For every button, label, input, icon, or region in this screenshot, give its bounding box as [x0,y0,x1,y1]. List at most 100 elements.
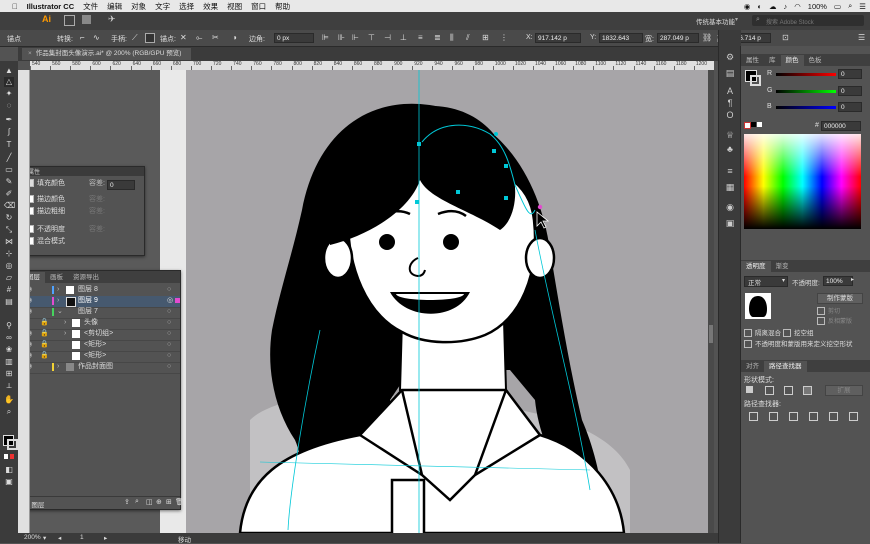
layer-row[interactable]: 🔒 › 头像 ○ [30,318,180,330]
delete-icon[interactable]: 🗑 [175,498,184,506]
battery-icon[interactable]: ▭ [834,2,841,11]
invert-checkbox[interactable] [817,317,825,326]
layer-row-selected[interactable]: ◉ › 图层 9 ◎ [30,296,180,308]
connect-icon[interactable]: ⟜ [196,33,202,43]
menu-app-name[interactable]: Illustrator CC [27,2,75,11]
stroke-weight-row[interactable]: 描边粗细 容差: [30,207,144,217]
brush-tool-icon[interactable]: ✎ [4,177,14,187]
zoom-level[interactable]: 200% [24,534,41,541]
stroke-swatch[interactable] [7,439,18,450]
menu-object[interactable]: 对象 [131,1,146,12]
g-slider[interactable] [776,90,836,93]
tab-color[interactable]: 颜色 [780,55,804,66]
white-swatch[interactable] [757,122,762,127]
layer-row[interactable]: ◉ 🔒 <矩形> ○ [30,351,180,363]
draw-mode-icon[interactable]: ◧ [4,465,14,475]
opacity-row[interactable]: 不透明度 容差: [30,225,144,235]
trim-icon[interactable] [769,412,778,421]
expand-icon[interactable]: › [57,362,59,372]
unite-icon[interactable] [746,386,753,393]
align-bottom-icon[interactable]: ⊥ [400,33,407,42]
character-icon[interactable]: A [724,86,736,97]
workspace-switcher[interactable]: 传统基本功能 [696,16,735,26]
scrollbar-thumb[interactable] [709,325,713,343]
export-icon[interactable]: ⇪ [124,498,130,506]
tab-asset-export[interactable]: 资源导出 [68,272,104,283]
target-icon[interactable]: ○ [167,351,171,361]
opacity-chevron-icon[interactable]: ▸ [851,276,854,283]
distribute-icon-2[interactable]: ≣ [434,33,441,42]
menu-type[interactable]: 文字 [155,1,170,12]
target-icon[interactable]: ○ [167,307,171,317]
scale-tool-icon[interactable]: ⤡ [4,225,14,235]
merge-icon[interactable] [789,412,798,421]
divide-icon[interactable] [749,412,758,421]
align-center-icon[interactable]: ⊪ [338,33,345,42]
symbols-icon[interactable]: ♣ [724,144,736,155]
minus-back-icon[interactable] [849,412,858,421]
layer-name[interactable]: 图层 9 [78,296,98,306]
canvas[interactable]: 属性 填充颜色 容差: 描边颜色 容差: 描边粗细 容差: 不透明度 容差: 混… [30,70,714,533]
crop-icon[interactable] [809,412,818,421]
mesh-tool-icon[interactable]: # [4,285,14,295]
none-mode-icon[interactable] [10,454,14,459]
convert-corner-icon[interactable]: ⌐ [80,33,85,42]
outline-icon[interactable] [829,412,838,421]
grid-icon[interactable]: ⊞ [482,33,489,42]
blend-mode-select[interactable]: 正常 ▾ [744,276,788,287]
handle-icon-1[interactable]: ⟋ [132,33,138,43]
type-tool-icon[interactable]: T [4,140,14,150]
libraries-icon[interactable]: ▤ [724,68,736,79]
x-input[interactable] [535,33,581,43]
search-icon[interactable]: ⌕ [848,1,852,11]
opacity-input[interactable] [823,276,853,286]
color-mode-icon[interactable] [4,454,8,459]
width-tool-icon[interactable]: ⋈ [4,237,14,247]
expand-icon[interactable]: › [64,329,66,339]
tab-swatches[interactable]: 色板 [804,55,827,66]
brush-icon[interactable]: ✈ [108,14,116,25]
panel-menu-icon[interactable]: ☰ [858,33,865,42]
b-input[interactable] [838,102,862,112]
lock-icon[interactable]: 🔒 [40,340,49,350]
visibility-icon[interactable]: ◉ [30,362,32,372]
curvature-tool-icon[interactable]: ∫ [4,127,14,137]
expand-icon[interactable]: › [57,296,59,306]
layer-row[interactable]: ◉ 🔒 › <剪切组> ○ [30,329,180,341]
artboard-number[interactable]: 1 [80,534,84,541]
menu-select[interactable]: 选择 [179,1,194,12]
isolate-icon[interactable]: ◑ [232,33,237,42]
selection-indicator[interactable] [175,298,180,303]
clip-checkbox-row[interactable]: 剪切 [817,306,840,316]
cut-icon[interactable]: ✂ [212,33,219,42]
lock-icon[interactable]: 🔒 [40,351,49,361]
rectangle-tool-icon[interactable]: ▭ [4,165,14,175]
new-sublayer-icon[interactable]: ⊕ [156,498,162,506]
align-middle-icon[interactable]: ⊣ [384,33,391,42]
blend-row[interactable]: 混合模式 [30,237,144,247]
target-icon[interactable]: ○ [167,285,171,295]
target-icon[interactable]: ○ [167,329,171,339]
ref-point-icon[interactable]: ⋮ [500,33,508,42]
isolate-checkbox[interactable] [744,329,752,338]
align-left-icon[interactable]: ⊫ [322,33,329,42]
selection-tool-icon[interactable]: ▲ [4,66,14,76]
corner-input[interactable] [274,33,314,43]
visibility-icon[interactable]: ◉ [30,351,32,361]
layer-row[interactable]: ◉ › 图层 8 ○ [30,285,180,297]
tab-gradient[interactable]: 渐变 [771,261,794,272]
document-tab[interactable]: × 作品集封面头像演示.ai* @ 200% (RGB/GPU 预览) [22,48,192,60]
align-top-icon[interactable]: ⊤ [368,33,375,42]
layer-name[interactable]: 作品封面图 [78,362,113,372]
layer-name[interactable]: 图层 7 [78,307,98,317]
magic-wand-icon[interactable]: ✦ [4,89,14,99]
stroke-indicator[interactable] [750,75,761,86]
distribute-icon-3[interactable]: ⫼ [450,33,454,43]
tab-transparency[interactable]: 透明度 [741,261,771,272]
visibility-icon[interactable]: ◉ [30,285,32,295]
eyedropper-icon[interactable]: ⚲ [4,321,14,331]
shaper-tool-icon[interactable]: ✐ [4,189,14,199]
layer-row[interactable]: ◉ ⌄ 图层 7 ○ [30,307,180,319]
b-slider[interactable] [776,106,836,109]
stroke-icon[interactable]: ≡ [724,166,736,177]
